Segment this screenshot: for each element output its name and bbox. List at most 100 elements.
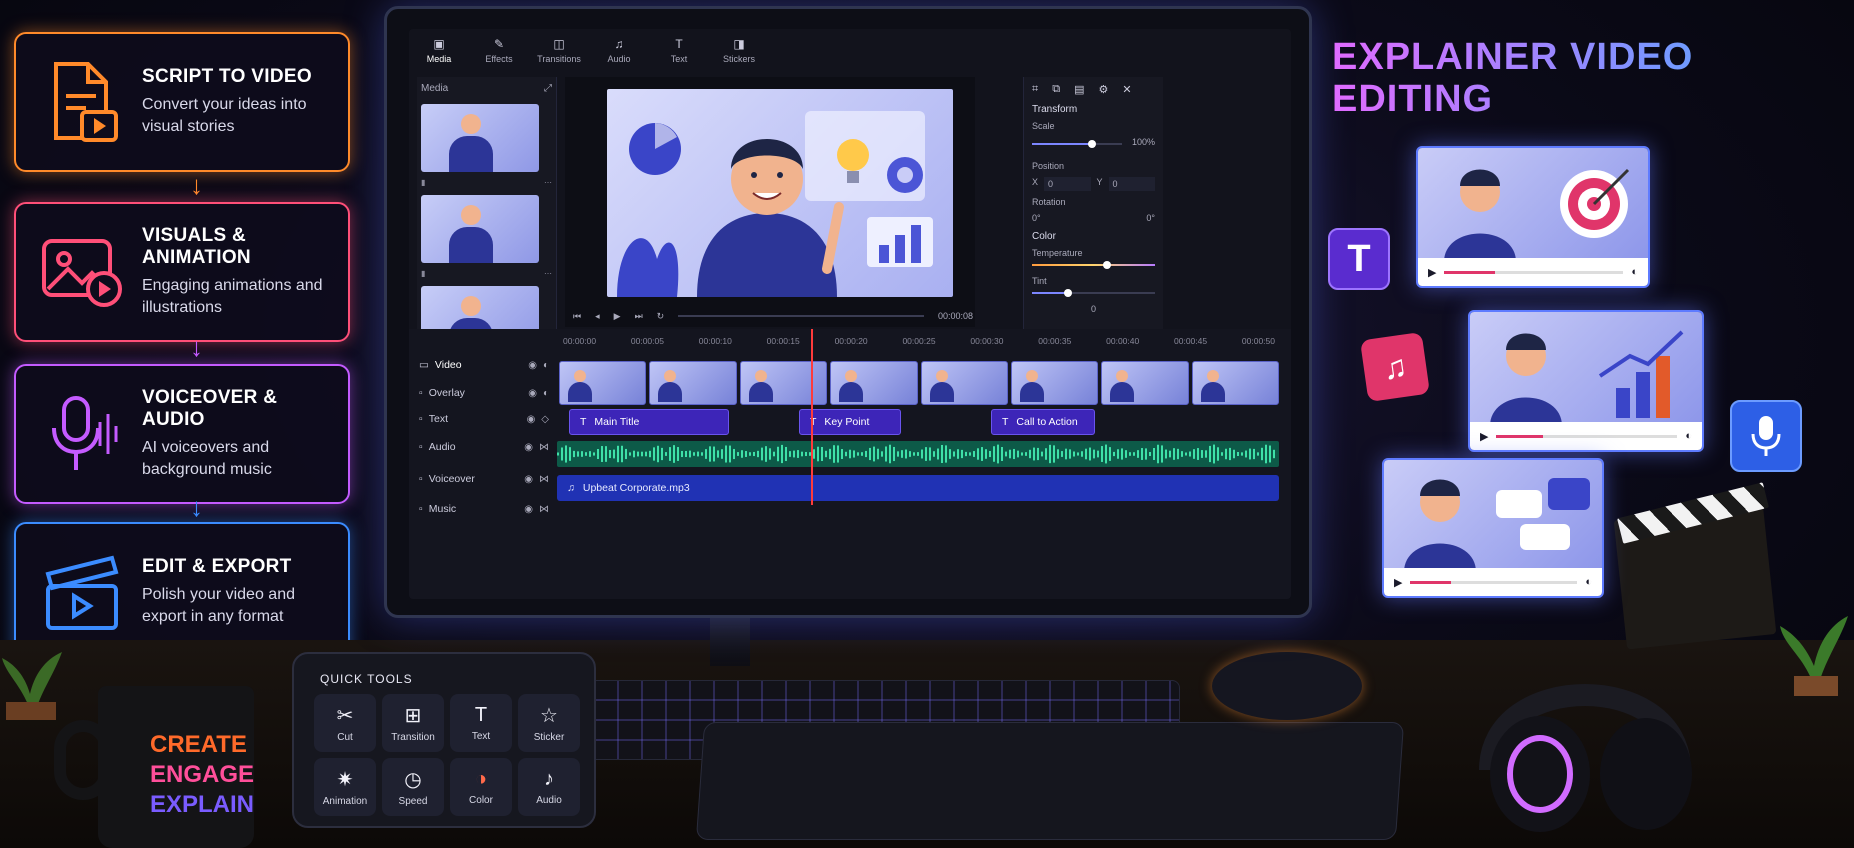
tab-text[interactable]: T Text [649, 29, 709, 77]
audio-toggle-icon[interactable]: ◐ [543, 388, 549, 399]
scrub-bar[interactable] [678, 315, 924, 317]
split-icon[interactable]: ⋈ [539, 504, 549, 515]
transition-tool-button[interactable]: ⊞ Transition [382, 694, 444, 752]
monitor: ▣ Media ✎ Effects ◫ Transitions ♫ Audio T Tex… [384, 6, 1312, 618]
drawing-tablet [695, 722, 1405, 840]
position-x-input[interactable]: 0 [1044, 177, 1091, 191]
tab-audio[interactable]: ♫ Audio [589, 29, 649, 77]
text-tool-button[interactable]: T Text [450, 694, 512, 752]
track-music[interactable]: ▫ Music ◉ ⋈ [419, 503, 549, 515]
track-voiceover[interactable]: ▫ Voiceover ◉ ⋈ [419, 473, 549, 485]
captions-icon[interactable]: ◐ [1685, 430, 1692, 442]
cut-tool-button[interactable]: ✂ Cut [314, 694, 376, 752]
temperature-label: Temperature [1032, 248, 1083, 258]
track-text[interactable]: ▫ Text ◉ ◇ [419, 413, 549, 425]
video-clip[interactable] [739, 361, 828, 405]
tint-value: 0 [1090, 304, 1096, 314]
step-card-voiceover-audio: VOICEOVER & AUDIO AI voiceovers and back… [14, 364, 350, 504]
loop-icon[interactable]: ↻ [657, 311, 665, 322]
play-icon[interactable]: ▶ [614, 311, 621, 322]
stickers-icon: ◨ [733, 37, 745, 51]
progress-bar[interactable] [1444, 270, 1624, 274]
headline: EXPLAINER VIDEO EDITING [1332, 36, 1694, 120]
play-icon[interactable]: ▶ [1394, 576, 1402, 589]
media-panel-title: Media [421, 83, 449, 94]
play-icon[interactable]: ▶ [1480, 430, 1488, 443]
video-clip[interactable] [649, 361, 737, 405]
visibility-icon[interactable]: ◉ [528, 388, 537, 399]
track-audio[interactable]: ▫ Audio ◉ ⋈ [419, 441, 549, 453]
close-icon[interactable]: ✕ [1122, 83, 1131, 96]
split-icon[interactable]: ⋈ [539, 442, 549, 453]
step-back-icon[interactable]: ◂ [595, 311, 600, 322]
step-description: Engaging animations and illustrations [142, 277, 323, 316]
audio-toggle-icon[interactable]: ◐ [543, 360, 549, 371]
settings-icon[interactable]: ⚙ [1098, 83, 1108, 96]
position-label: Position [1032, 161, 1065, 171]
music-clip[interactable]: ♫ Upbeat Corporate.mp3 [557, 475, 1279, 501]
speed-tool-button[interactable]: ◷ Speed [382, 758, 444, 816]
expand-icon[interactable]: ⤢ [544, 83, 552, 94]
video-clip[interactable] [1191, 361, 1279, 405]
video-card-growth-chart: ▶ ◐ [1468, 310, 1704, 452]
scale-slider[interactable] [1032, 140, 1122, 148]
track-overlay[interactable]: ▫ Overlay ◉ ◐ [419, 387, 549, 399]
lock-icon[interactable]: ▤ [1074, 83, 1084, 96]
tab-transitions[interactable]: ◫ Transitions [529, 29, 589, 77]
voiceover-waveform[interactable] [557, 441, 1279, 467]
tab-media[interactable]: ▣ Media [409, 29, 469, 77]
skip-forward-icon[interactable]: ⏭ [635, 311, 643, 322]
video-clip[interactable] [830, 361, 918, 405]
animation-tool-button[interactable]: ✷ Animation [314, 758, 376, 816]
more-icon[interactable]: ⋯ [544, 178, 552, 187]
video-clip[interactable] [559, 361, 647, 405]
playhead[interactable] [811, 329, 813, 505]
track-video[interactable]: ▭ Video ◉ ◐ [419, 359, 549, 371]
tab-stickers[interactable]: ◨ Stickers [709, 29, 769, 77]
visibility-icon[interactable]: ◉ [527, 414, 536, 425]
tab-effects[interactable]: ✎ Effects [469, 29, 529, 77]
crop-icon[interactable]: ⌗ [1032, 83, 1038, 96]
video-clip[interactable] [1010, 361, 1099, 405]
captions-icon[interactable]: ◐ [1585, 576, 1592, 588]
position-y-input[interactable]: 0 [1108, 177, 1155, 191]
color-section-title: Color [1032, 231, 1056, 242]
split-icon[interactable]: ⋈ [539, 474, 549, 485]
media-thumbnail[interactable] [421, 195, 539, 263]
copy-icon[interactable]: ⧉ [1052, 83, 1060, 96]
text-clip-key-point[interactable]: T Key Point [799, 409, 901, 435]
rotation-input[interactable]: 0° [1032, 213, 1041, 223]
color-tool-button[interactable]: ◑ Color [450, 758, 512, 816]
sticker-tool-button[interactable]: ☆ Sticker [518, 694, 580, 752]
skip-back-icon[interactable]: ⏮ [573, 311, 581, 322]
play-icon[interactable]: ▶ [1428, 266, 1436, 279]
more-icon[interactable]: ⋯ [544, 269, 552, 278]
progress-bar[interactable] [1410, 580, 1578, 584]
mug-text: CREATE ENGAGE EXPLAIN [150, 731, 255, 818]
visibility-icon[interactable]: ◉ [524, 442, 533, 453]
visibility-icon[interactable]: ◉ [524, 504, 533, 515]
text-clip-call-to-action[interactable]: T Call to Action [991, 409, 1095, 435]
visibility-icon[interactable]: ◉ [528, 360, 537, 371]
link-icon[interactable]: ◇ [541, 414, 549, 425]
video-clip[interactable] [1101, 361, 1189, 405]
microphone-icon [34, 386, 130, 482]
progress-bar[interactable] [1496, 434, 1678, 438]
tint-slider[interactable] [1032, 289, 1155, 297]
step-card-script-to-video: SCRIPT TO VIDEO Convert your ideas into … [14, 32, 350, 172]
plant [2, 652, 62, 720]
video-clip[interactable] [920, 361, 1008, 405]
video-icon: ▭ [419, 359, 429, 371]
visibility-icon[interactable]: ◉ [524, 474, 533, 485]
temperature-slider[interactable] [1032, 261, 1155, 269]
rotation-input-right[interactable]: 0° [1146, 213, 1155, 223]
preview-panel: ⏮ ◂ ▶ ⏭ ↻ 00:00:08 [565, 77, 975, 327]
video-card-target: ▶ ◐ [1416, 146, 1650, 288]
text-clip-main-title[interactable]: T Main Title [569, 409, 729, 435]
audio-tool-button[interactable]: ♪ Audio [518, 758, 580, 816]
captions-icon[interactable]: ◐ [1631, 266, 1638, 278]
preview-frame [607, 89, 953, 297]
arrow-down-icon: ↓ [190, 492, 203, 522]
editor-toolbar-tabs: ▣ Media ✎ Effects ◫ Transitions ♫ Audio T Tex… [409, 29, 769, 77]
media-thumbnail[interactable] [421, 104, 539, 172]
